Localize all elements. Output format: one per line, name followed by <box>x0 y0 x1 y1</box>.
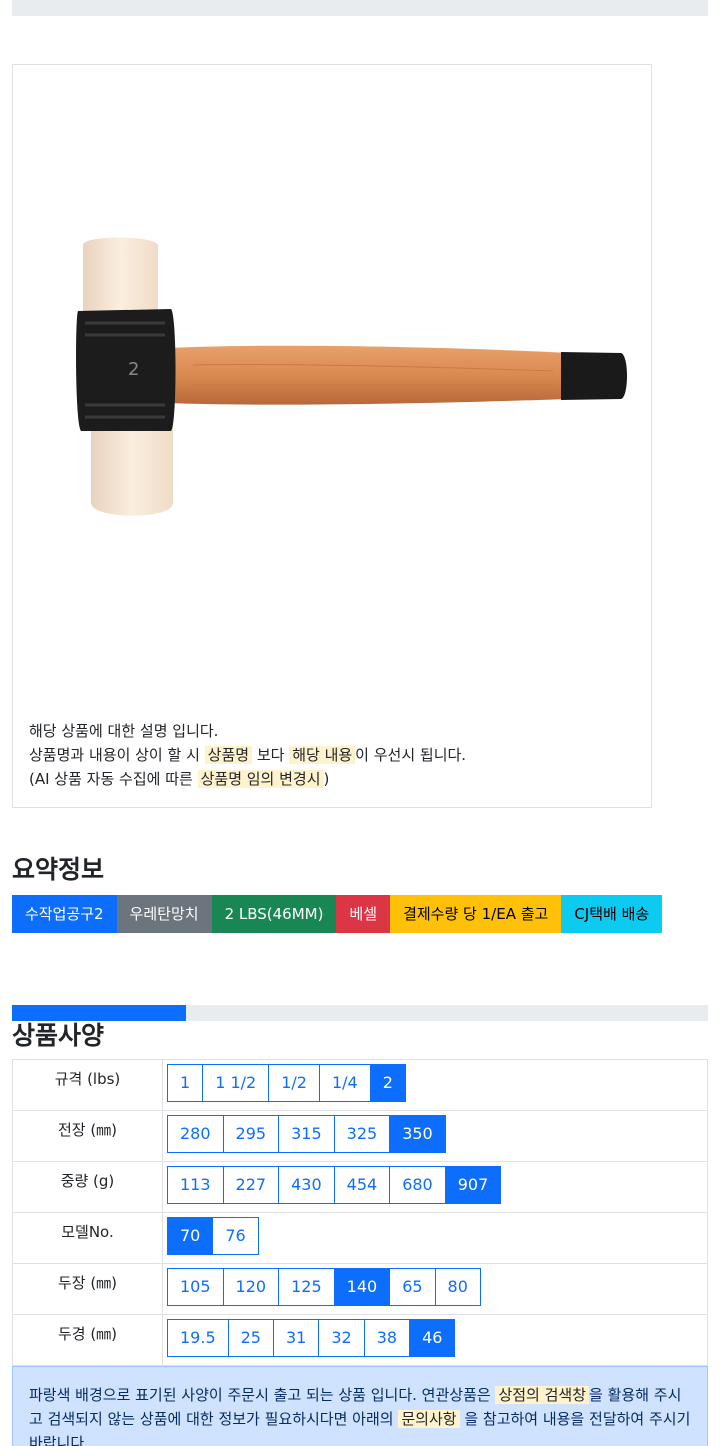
top-divider-bar <box>12 0 708 16</box>
spec-option-button[interactable]: 1 <box>167 1064 204 1102</box>
spec-values: 70 76 <box>162 1212 708 1264</box>
spec-row: 두장 (㎜) 105 120 125 140 65 80 <box>12 1263 708 1315</box>
spec-label: 두경 (㎜) <box>12 1314 163 1366</box>
head-stamp-text: 2 <box>128 359 139 380</box>
spec-row: 전장 (㎜) 280 295 315 325 350 <box>12 1110 708 1162</box>
spec-option-button[interactable]: 70 <box>167 1217 214 1255</box>
summary-badges: 수작업공구2 우레탄망치 2 LBS(46MM) 베셀 결제수량 당 1/EA … <box>12 895 663 933</box>
spec-option-group: 11 1/2 1/2 1/4 2 <box>167 1064 703 1102</box>
spec-option-group: 19.5 25 31 32 38 46 <box>167 1319 703 1357</box>
spec-option-button[interactable]: 280 <box>167 1115 224 1153</box>
progress-bar <box>12 1005 708 1021</box>
spec-option-button[interactable]: 120 <box>222 1268 280 1306</box>
spec-option-button[interactable]: 31 <box>272 1319 320 1357</box>
spec-values: 11 1/2 1/2 1/4 2 <box>162 1059 708 1111</box>
spec-option-group: 280 295 315 325 350 <box>167 1115 703 1153</box>
spec-label: 두장 (㎜) <box>12 1263 163 1315</box>
spec-title: 상품사양 <box>12 1021 105 1050</box>
spec-option-button[interactable]: 315 <box>278 1115 335 1153</box>
spec-option-group: 70 76 <box>167 1217 703 1255</box>
notice-highlight-inquiry: 문의사항 <box>398 1410 460 1428</box>
spec-label: 모델No. <box>12 1212 163 1264</box>
desc-highlight-content: 해당 내용 <box>289 746 356 764</box>
notice-highlight-search: 상점의 검색창 <box>495 1386 590 1404</box>
desc-text: 상품명과 내용이 상이 할 시 <box>29 746 205 764</box>
spec-option-button[interactable]: 454 <box>333 1166 391 1204</box>
desc-highlight-product-name: 상품명 <box>204 746 253 764</box>
spec-option-button[interactable]: 32 <box>318 1319 365 1357</box>
hammer-image: 2 <box>76 237 627 516</box>
badge-category: 수작업공구2 <box>12 895 117 933</box>
badge-type: 우레탄망치 <box>116 895 212 933</box>
spec-option-group: 105 120 125 140 65 80 <box>167 1268 703 1306</box>
desc-text: (AI 상품 자동 수집에 따른 <box>29 770 198 788</box>
spec-values: 113 227 430 454 680 907 <box>162 1161 708 1213</box>
desc-text: 보다 <box>252 746 290 764</box>
badge-quantity: 결제수량 당 1/EA 출고 <box>390 895 562 933</box>
spec-option-button[interactable]: 46 <box>409 1319 456 1357</box>
spec-values: 280 295 315 325 350 <box>162 1110 708 1162</box>
summary-title: 요약정보 <box>12 855 105 884</box>
desc-line-3: (AI 상품 자동 수집에 따른 상품명 임의 변경시) <box>29 767 466 791</box>
spec-values: 19.5 25 31 32 38 46 <box>162 1314 708 1366</box>
spec-option-button[interactable]: 227 <box>222 1166 280 1204</box>
badge-size: 2 LBS(46MM) <box>211 895 337 933</box>
spec-option-button[interactable]: 680 <box>389 1166 446 1204</box>
spec-option-button[interactable]: 350 <box>389 1115 446 1153</box>
spec-option-button[interactable]: 295 <box>222 1115 280 1153</box>
spec-option-button[interactable]: 125 <box>278 1268 335 1306</box>
spec-option-button[interactable]: 430 <box>278 1166 335 1204</box>
spec-option-button[interactable]: 80 <box>434 1268 481 1306</box>
spec-row: 중량 (g) 113 227 430 454 680 907 <box>12 1161 708 1213</box>
desc-line-1: 해당 상품에 대한 설명 입니다. <box>29 722 219 740</box>
spec-option-button[interactable]: 25 <box>227 1319 274 1357</box>
spec-option-button[interactable]: 105 <box>167 1268 224 1306</box>
spec-option-button[interactable]: 19.5 <box>167 1319 229 1357</box>
desc-line-2: 상품명과 내용이 상이 할 시 상품명 보다 해당 내용 이 우선시 됩니다. <box>29 743 466 767</box>
spec-option-button[interactable]: 65 <box>389 1268 436 1306</box>
product-detail-box: 2 해당 상품에 대한 설명 입니다. 상품명과 내용이 상이 할 시 상품명 … <box>12 64 652 808</box>
desc-text: 이 우선시 됩니다. <box>355 746 467 764</box>
spec-values: 105 120 125 140 65 80 <box>162 1263 708 1315</box>
spec-option-group: 113 227 430 454 680 907 <box>167 1166 703 1204</box>
badge-shipping: CJ택배 배송 <box>561 895 663 933</box>
spec-option-button[interactable]: 325 <box>333 1115 391 1153</box>
spec-option-button[interactable]: 1 1/2 <box>202 1064 270 1102</box>
spec-option-button[interactable]: 907 <box>444 1166 502 1204</box>
spec-option-button[interactable]: 2 <box>369 1064 406 1102</box>
spec-option-button[interactable]: 38 <box>363 1319 411 1357</box>
desc-text: ) <box>323 770 330 788</box>
spec-label: 규격 (lbs) <box>12 1059 163 1111</box>
spec-option-button[interactable]: 1/4 <box>318 1064 371 1102</box>
product-description: 해당 상품에 대한 설명 입니다. 상품명과 내용이 상이 할 시 상품명 보다… <box>29 719 466 791</box>
spec-option-button[interactable]: 76 <box>212 1217 259 1255</box>
notice-text: 파랑색 배경으로 표기된 사양이 주문시 출고 되는 상품 입니다. 연관상품은 <box>29 1386 496 1404</box>
desc-highlight-rename: 상품명 임의 변경시 <box>197 770 324 788</box>
spec-row: 두경 (㎜) 19.5 25 31 32 38 46 <box>12 1314 708 1366</box>
notice-alert: 파랑색 배경으로 표기된 사양이 주문시 출고 되는 상품 입니다. 연관상품은… <box>12 1366 708 1446</box>
badge-brand: 베셀 <box>336 895 391 933</box>
spec-table: 규격 (lbs) 1 1 1/2 1/2 1/4 2 전장 (㎜) 280 295 315 325 3… <box>12 1059 708 1366</box>
spec-option-button[interactable]: 140 <box>333 1268 391 1306</box>
spec-label: 전장 (㎜) <box>12 1110 163 1162</box>
spec-label: 중량 (g) <box>12 1161 163 1213</box>
spec-option-button[interactable]: 1/2 <box>268 1064 320 1102</box>
spec-option-button[interactable]: 113 <box>167 1166 224 1204</box>
spec-row: 모델No. 70 76 <box>12 1212 708 1264</box>
spec-row: 규격 (lbs) 1 1 1/2 1/2 1/4 2 <box>12 1059 708 1111</box>
